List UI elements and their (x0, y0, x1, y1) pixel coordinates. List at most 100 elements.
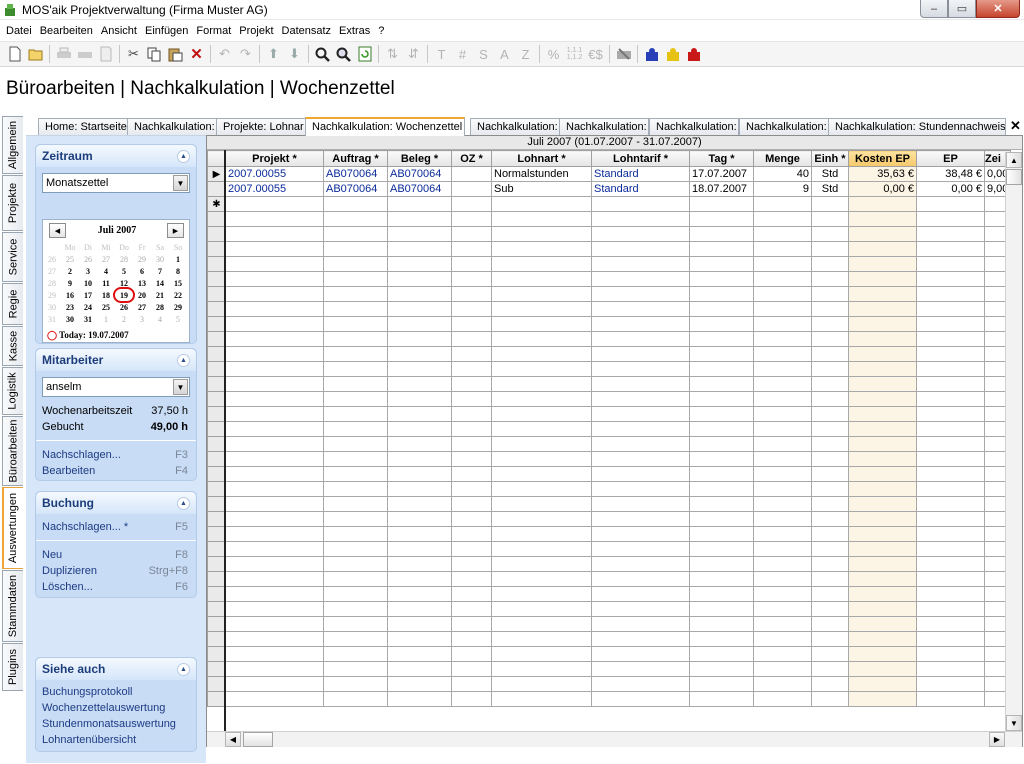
calendar-day[interactable]: 12 (115, 277, 133, 289)
a-format-icon[interactable]: A (494, 44, 515, 64)
calendar-day[interactable]: 21 (151, 289, 169, 301)
calendar-prev-button[interactable]: ◀ (49, 223, 66, 238)
menu-einfuegen[interactable]: Einfügen (141, 25, 192, 37)
tab-nachkalkulation-3[interactable]: Nachkalkulation: (559, 118, 649, 135)
numbering-icon[interactable]: 1,1.1 1,1.2 (564, 44, 585, 64)
scroll-up-icon[interactable]: ▲ (1006, 152, 1022, 168)
calendar-day[interactable]: 4 (97, 265, 115, 277)
vtab-auswertungen[interactable]: Auswertungen (2, 487, 23, 569)
buchung-header[interactable]: Buchung ▲ (36, 492, 196, 514)
calendar-day-today[interactable]: 19 (113, 287, 135, 303)
vtab-stammdaten[interactable]: Stammdaten (2, 570, 23, 642)
maximize-button[interactable]: ▭ (948, 0, 976, 18)
empty-row[interactable] (207, 616, 1012, 632)
menu-format[interactable]: Format (192, 25, 235, 37)
horizontal-scrollbar[interactable]: ◀ ▶ (207, 731, 1022, 747)
cell-oz[interactable] (451, 166, 492, 182)
empty-row[interactable] (207, 391, 1012, 407)
empty-row[interactable] (207, 496, 1012, 512)
empty-row[interactable] (207, 451, 1012, 467)
calendar-day[interactable]: 25 (61, 253, 79, 265)
cell-tag[interactable]: 18.07.2007 (689, 181, 754, 197)
print-icon[interactable] (53, 44, 74, 64)
buchungsprotokoll-link[interactable]: Buchungsprotokoll (42, 686, 133, 698)
delete-icon[interactable]: ✕ (186, 44, 207, 64)
cell-ep[interactable]: 38,48 € (916, 166, 985, 182)
vtab-plugins[interactable]: Plugins (2, 643, 23, 691)
search-icon[interactable] (312, 44, 333, 64)
buchung-duplizieren-link[interactable]: Duplizieren (42, 565, 97, 577)
vtab-allgemein[interactable]: Allgemein (2, 116, 23, 174)
scroll-down-icon[interactable]: ▼ (1006, 715, 1022, 731)
calendar-day[interactable]: 4 (151, 313, 169, 325)
calendar-day[interactable]: 28 (115, 253, 133, 265)
menu-datensatz[interactable]: Datensatz (278, 25, 336, 37)
minimize-button[interactable]: – (920, 0, 948, 18)
cell-menge[interactable]: 9 (753, 181, 812, 197)
calendar-day[interactable]: 28 (151, 301, 169, 313)
calendar-day[interactable]: 1 (169, 253, 187, 265)
tab-nachkalkulation-2[interactable]: Nachkalkulation: (470, 118, 560, 135)
column-header-oz[interactable]: OZ * (451, 150, 492, 167)
column-header-ep[interactable]: EP (916, 150, 985, 167)
print-preview-icon[interactable] (74, 44, 95, 64)
calendar-day[interactable]: 17 (79, 289, 97, 301)
cell-beleg[interactable]: AB070064 (387, 181, 452, 197)
menu-help[interactable]: ? (374, 25, 388, 37)
empty-row[interactable] (207, 301, 1012, 317)
column-header-lohnart[interactable]: Lohnart * (491, 150, 592, 167)
tools-icon[interactable] (613, 44, 634, 64)
empty-row[interactable] (207, 211, 1012, 227)
menu-bearbeiten[interactable]: Bearbeiten (36, 25, 97, 37)
cell-menge[interactable]: 40 (753, 166, 812, 182)
empty-row[interactable] (207, 541, 1012, 557)
cell-oz[interactable] (451, 181, 492, 197)
vtab-projekte[interactable]: Projekte (2, 175, 23, 231)
redo-icon[interactable]: ↷ (235, 44, 256, 64)
tab-nachkalkulation-4[interactable]: Nachkalkulation: (649, 118, 739, 135)
empty-row[interactable] (207, 691, 1012, 707)
empty-row[interactable] (207, 241, 1012, 257)
horizontal-scroll-thumb[interactable] (243, 732, 273, 747)
empty-row[interactable] (207, 421, 1012, 437)
calendar-day[interactable]: 2 (61, 265, 79, 277)
arrow-up-icon[interactable]: ⬆ (263, 44, 284, 64)
tab-nachkalkulation-wochenzettel[interactable]: Nachkalkulation: Wochenzettel (305, 117, 465, 136)
calendar-day[interactable]: 29 (133, 253, 151, 265)
empty-row[interactable] (207, 226, 1012, 242)
column-header-auftrag[interactable]: Auftrag * (323, 150, 388, 167)
column-header-projekt[interactable]: Projekt * (225, 150, 324, 167)
calendar-day[interactable]: 13 (133, 277, 151, 289)
close-button[interactable]: ✕ (976, 0, 1020, 18)
empty-row[interactable] (207, 286, 1012, 302)
cell-lohntarif[interactable]: Standard (591, 166, 690, 182)
cell-einh[interactable]: Std (811, 166, 849, 182)
currency-icon[interactable]: €$ (585, 44, 606, 64)
empty-row[interactable] (207, 511, 1012, 527)
row-header[interactable] (207, 181, 226, 197)
open-folder-icon[interactable] (25, 44, 46, 64)
empty-row[interactable] (207, 436, 1012, 452)
mitarbeiter-header[interactable]: Mitarbeiter ▲ (36, 349, 196, 371)
buchung-neu-link[interactable]: Neu (42, 549, 62, 561)
menu-extras[interactable]: Extras (335, 25, 374, 37)
calendar-day[interactable]: 5 (115, 265, 133, 277)
menu-datei[interactable]: Datei (2, 25, 36, 37)
vtab-kasse[interactable]: Kasse (2, 326, 23, 366)
cell-lohnart[interactable]: Normalstunden (491, 166, 592, 182)
calendar-day[interactable]: 20 (133, 289, 151, 301)
vtab-regie[interactable]: Regie (2, 283, 23, 325)
empty-row[interactable] (207, 601, 1012, 617)
scroll-right-icon[interactable]: ▶ (989, 732, 1005, 747)
calendar-day[interactable]: 24 (79, 301, 97, 313)
empty-row[interactable] (207, 571, 1012, 587)
calendar-day[interactable]: 3 (133, 313, 151, 325)
menu-projekt[interactable]: Projekt (235, 25, 277, 37)
empty-row[interactable] (207, 676, 1012, 692)
buchung-loeschen-link[interactable]: Löschen... (42, 581, 93, 593)
calendar-next-button[interactable]: ▶ (167, 223, 184, 238)
percent-icon[interactable]: % (543, 44, 564, 64)
calendar-day[interactable]: 8 (169, 265, 187, 277)
cell-einh[interactable]: Std (811, 181, 849, 197)
undo-icon[interactable]: ↶ (214, 44, 235, 64)
